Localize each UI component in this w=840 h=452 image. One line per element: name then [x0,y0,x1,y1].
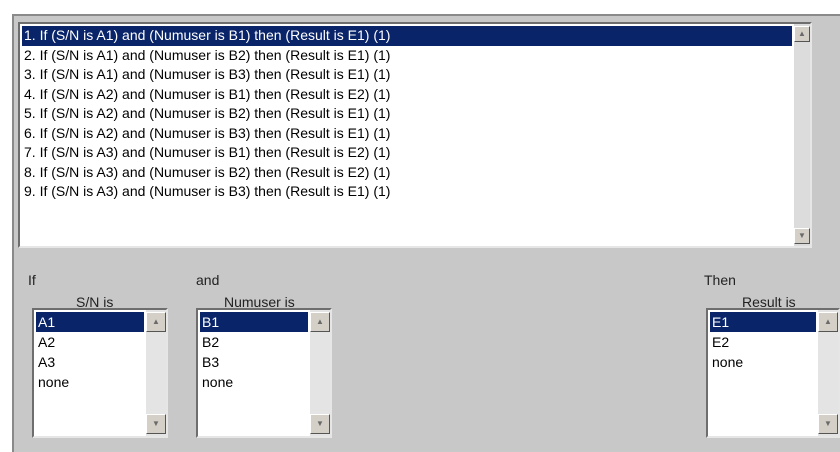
then-label: Then [704,272,736,288]
sn-options: A1 A2 A3 none [36,312,144,392]
numuser-option[interactable]: B2 [200,332,308,352]
numuser-listbox[interactable]: B1 B2 B3 none ▲ ▼ [196,308,332,438]
result-options: E1 E2 none [710,312,816,372]
result-option[interactable]: E1 [710,312,816,332]
scroll-up-arrow-icon[interactable]: ▲ [310,312,330,332]
rule-item[interactable]: 2. If (S/N is A1) and (Numuser is B2) th… [22,46,792,66]
result-listbox[interactable]: E1 E2 none ▲ ▼ [706,308,840,438]
numuser-option[interactable]: none [200,372,308,392]
rule-item[interactable]: 7. If (S/N is A3) and (Numuser is B1) th… [22,143,792,163]
rule-item[interactable]: 4. If (S/N is A2) and (Numuser is B1) th… [22,85,792,105]
numuser-scrollbar[interactable]: ▲ ▼ [310,310,330,436]
scroll-up-arrow-icon[interactable]: ▲ [146,312,166,332]
numuser-option[interactable]: B3 [200,352,308,372]
numuser-option[interactable]: B1 [200,312,308,332]
sn-option[interactable]: none [36,372,144,392]
sn-scrollbar[interactable]: ▲ ▼ [146,310,166,436]
result-option[interactable]: E2 [710,332,816,352]
rules-listbox[interactable]: 1. If (S/N is A1) and (Numuser is B1) th… [18,22,812,248]
scroll-down-arrow-icon[interactable]: ▼ [310,414,330,434]
rule-item[interactable]: 6. If (S/N is A2) and (Numuser is B3) th… [22,124,792,144]
scroll-up-arrow-icon[interactable]: ▲ [794,26,810,42]
rule-item[interactable]: 3. If (S/N is A1) and (Numuser is B3) th… [22,65,792,85]
rule-item[interactable]: 9. If (S/N is A3) and (Numuser is B3) th… [22,182,792,202]
rules-scrollbar[interactable]: ▲ ▼ [794,24,810,246]
scroll-down-arrow-icon[interactable]: ▼ [146,414,166,434]
sn-option[interactable]: A3 [36,352,144,372]
and-label: and [196,272,220,288]
rule-item[interactable]: 5. If (S/N is A2) and (Numuser is B2) th… [22,104,792,124]
rules-list: 1. If (S/N is A1) and (Numuser is B1) th… [22,26,792,202]
if-label: If [28,272,36,288]
result-option[interactable]: none [710,352,816,372]
sn-option[interactable]: A1 [36,312,144,332]
rule-item[interactable]: 1. If (S/N is A1) and (Numuser is B1) th… [22,26,792,46]
scroll-up-arrow-icon[interactable]: ▲ [818,312,838,332]
scroll-down-arrow-icon[interactable]: ▼ [818,414,838,434]
sn-listbox[interactable]: A1 A2 A3 none ▲ ▼ [32,308,168,438]
scroll-down-arrow-icon[interactable]: ▼ [794,228,810,244]
sn-option[interactable]: A2 [36,332,144,352]
rule-item[interactable]: 8. If (S/N is A3) and (Numuser is B2) th… [22,163,792,183]
numuser-options: B1 B2 B3 none [200,312,308,392]
result-scrollbar[interactable]: ▲ ▼ [818,310,838,436]
